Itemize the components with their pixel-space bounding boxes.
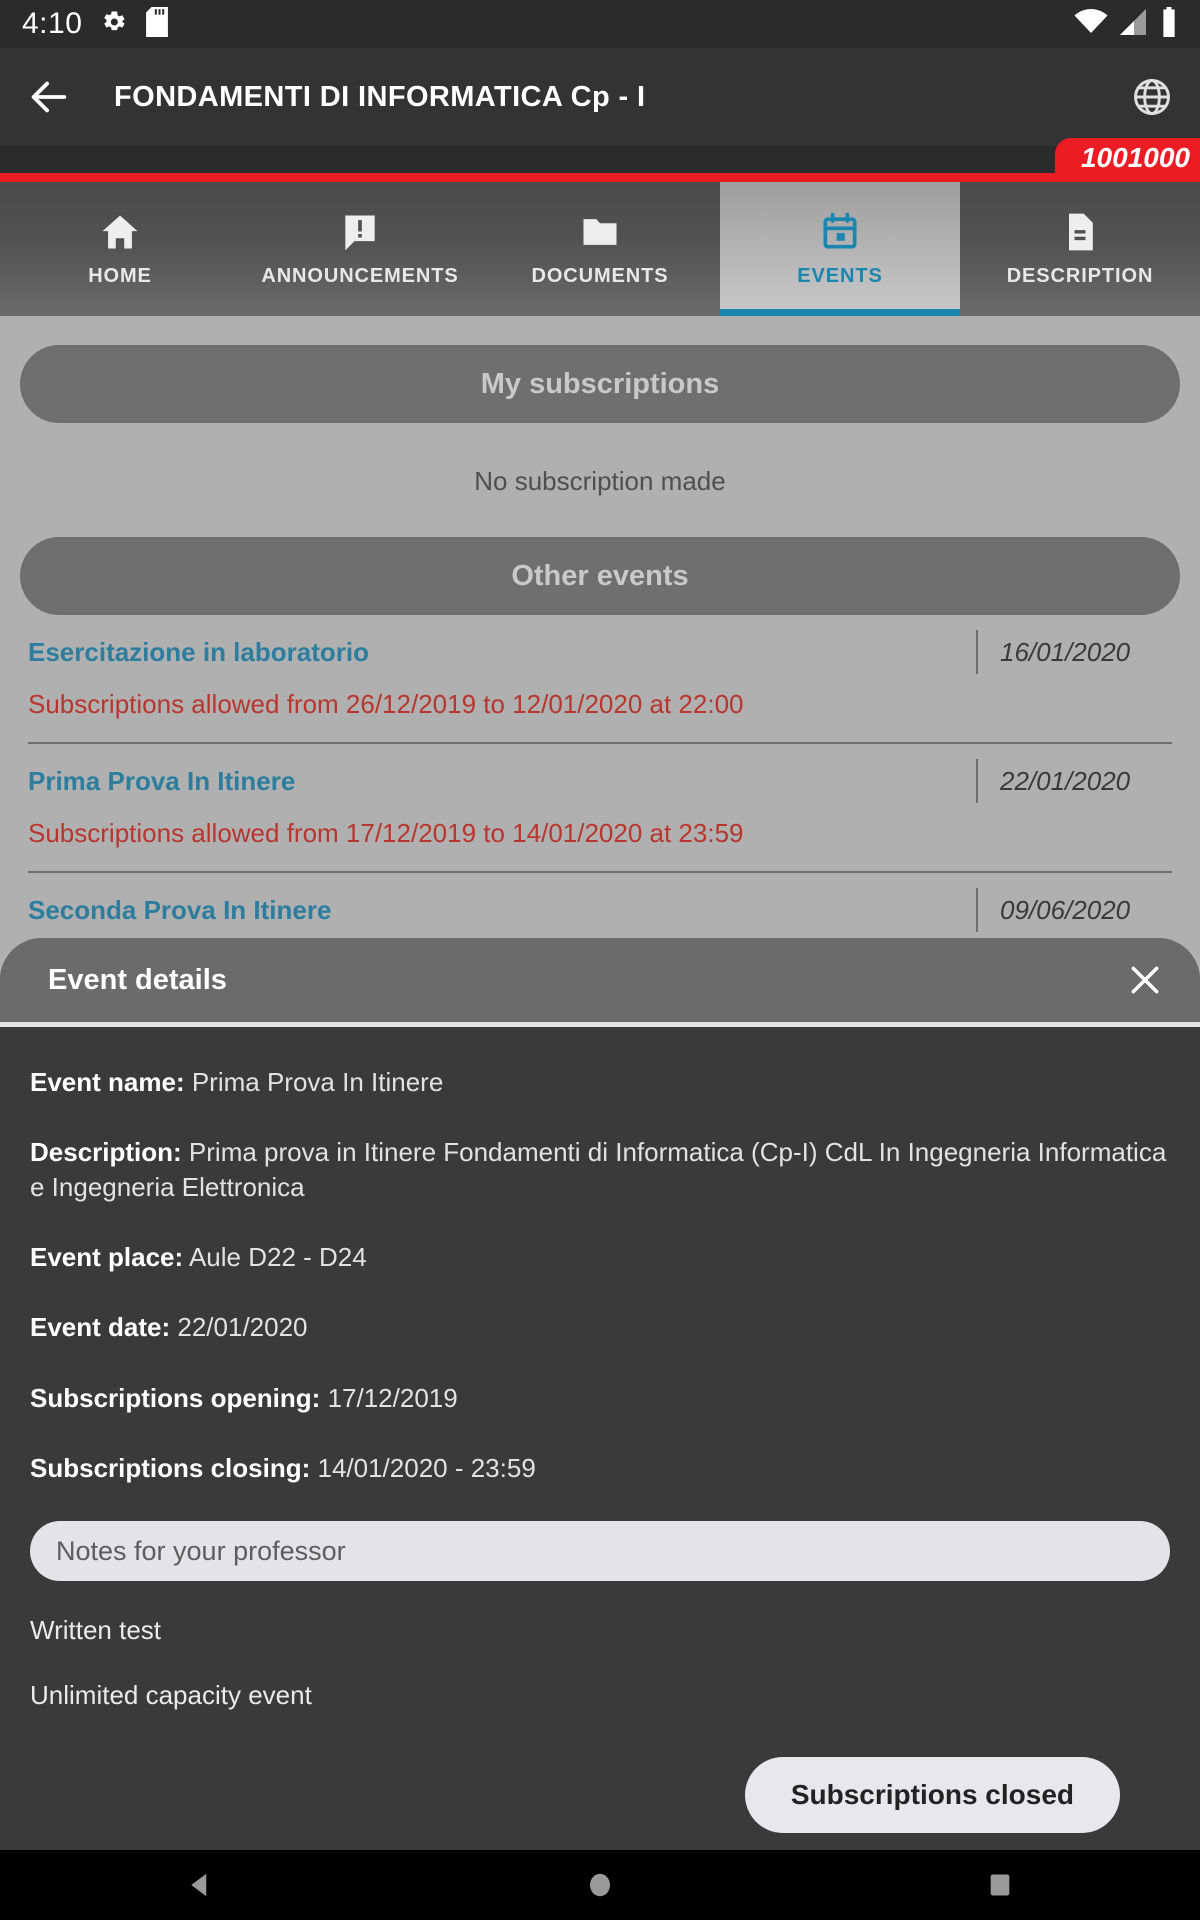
cellular-signal-icon — [1120, 8, 1148, 40]
nav-back-icon[interactable] — [140, 1850, 260, 1920]
field-value: 14/01/2020 - 23:59 — [317, 1452, 536, 1483]
tab-description[interactable]: DESCRIPTION — [960, 182, 1200, 316]
divider — [976, 759, 978, 803]
event-name[interactable]: Seconda Prova In Itinere — [28, 895, 331, 926]
other-events-label: Other events — [511, 559, 689, 592]
event-name[interactable]: Esercitazione in laboratorio — [28, 637, 369, 668]
status-time: 4:10 — [22, 7, 83, 40]
field-value: 17/12/2019 — [327, 1382, 458, 1413]
action-row: Subscriptions closed — [30, 1711, 1170, 1834]
field-event-place: Event place: Aule D22 - D24 — [30, 1240, 1170, 1274]
field-subscriptions-opening: Subscriptions opening: 17/12/2019 — [30, 1381, 1170, 1415]
event-details-header: Event details — [0, 938, 1200, 1022]
back-arrow-icon[interactable] — [26, 74, 72, 120]
status-bar-left: 4:10 — [22, 6, 169, 42]
tab-label: ANNOUNCEMENTS — [261, 265, 459, 287]
event-row-top: Esercitazione in laboratorio 16/01/2020 — [28, 615, 1172, 689]
tab-home[interactable]: HOME — [0, 182, 240, 316]
tab-documents[interactable]: DOCUMENTS — [480, 182, 720, 316]
field-label: Description: — [30, 1137, 182, 1168]
android-nav-bar — [0, 1850, 1200, 1920]
tab-label: DESCRIPTION — [1006, 265, 1154, 287]
gear-icon — [100, 8, 128, 41]
event-row-top: Seconda Prova In Itinere 09/06/2020 — [28, 873, 1172, 947]
app-bar: FONDAMENTI DI INFORMATICA Cp - I — [0, 48, 1200, 146]
field-value: Prima Prova In Itinere — [191, 1067, 444, 1097]
field-value: Aule D22 - D24 — [188, 1241, 367, 1272]
other-events-header[interactable]: Other events — [20, 537, 1180, 615]
event-subscription-window: Subscriptions allowed from 26/12/2019 to… — [28, 689, 744, 719]
close-icon[interactable] — [1118, 953, 1172, 1007]
red-accent-line — [0, 173, 1200, 182]
event-date-wrap: 22/01/2020 — [976, 758, 1172, 804]
status-bar: 4:10 — [0, 0, 1200, 48]
battery-icon — [1160, 6, 1178, 42]
field-label: Event date: — [30, 1312, 171, 1343]
event-list-item[interactable]: Esercitazione in laboratorio 16/01/2020 … — [0, 615, 1200, 742]
home-icon — [98, 210, 142, 254]
event-details-title: Event details — [48, 963, 227, 996]
no-subscription-text: No subscription made — [474, 466, 726, 496]
wifi-icon — [1074, 8, 1108, 40]
event-date-wrap: 16/01/2020 — [976, 629, 1172, 675]
field-description: Description: Prima prova in Itinere Fond… — [30, 1135, 1170, 1204]
sd-card-icon — [146, 6, 169, 42]
notes-input[interactable] — [30, 1521, 1170, 1582]
event-date: 22/01/2020 — [1000, 765, 1131, 796]
status-bar-right — [1074, 6, 1178, 42]
event-list-item[interactable]: Prima Prova In Itinere 22/01/2020 Subscr… — [0, 744, 1200, 871]
tab-announcements[interactable]: ANNOUNCEMENTS — [240, 182, 480, 316]
field-event-name: Event name: Prima Prova In Itinere — [30, 1065, 1170, 1099]
field-subscriptions-closing: Subscriptions closing: 14/01/2020 - 23:5… — [30, 1451, 1170, 1485]
event-name[interactable]: Prima Prova In Itinere — [28, 766, 295, 797]
event-subscription-window: Subscriptions allowed from 17/12/2019 to… — [28, 818, 744, 848]
field-value: 22/01/2020 — [177, 1312, 308, 1343]
phone-screen: 4:10 FONDAMENTI DI INFORMATICA Cp - I 10… — [0, 0, 1200, 1920]
event-list-item[interactable]: Seconda Prova In Itinere 09/06/2020 — [0, 873, 1200, 947]
nav-recents-icon[interactable] — [940, 1850, 1060, 1920]
my-subscriptions-label: My subscriptions — [480, 367, 720, 400]
field-event-date: Event date: 22/01/2020 — [30, 1310, 1170, 1344]
nav-home-icon[interactable] — [540, 1850, 660, 1920]
event-date: 16/01/2020 — [1000, 636, 1131, 667]
event-row-top: Prima Prova In Itinere 22/01/2020 — [28, 744, 1172, 818]
tab-events[interactable]: EVENTS — [720, 182, 960, 316]
folder-icon — [578, 210, 622, 254]
exam-type-text: Written test — [30, 1615, 162, 1646]
tab-bar: HOME ANNOUNCEMENTS DOCUMENTS EVENTS DESC — [0, 182, 1200, 316]
tab-label: EVENTS — [797, 265, 883, 287]
field-label: Event place: — [30, 1241, 184, 1272]
divider — [976, 888, 978, 932]
calendar-icon — [818, 210, 862, 254]
event-date: 09/06/2020 — [1000, 894, 1131, 925]
event-details-sheet: Event details Event name: Prima Prova In… — [0, 938, 1200, 1850]
announcement-icon — [338, 210, 382, 254]
badge-1001000: 1001000 — [1054, 138, 1200, 178]
field-label: Event name: — [30, 1067, 185, 1097]
globe-icon[interactable] — [1130, 75, 1174, 119]
tab-label: DOCUMENTS — [531, 265, 669, 287]
tab-label: HOME — [88, 265, 152, 287]
event-date-wrap: 09/06/2020 — [976, 887, 1172, 933]
field-value: Prima prova in Itinere Fondamenti di Inf… — [30, 1137, 1167, 1202]
my-subscriptions-header[interactable]: My subscriptions — [20, 345, 1180, 423]
capacity-text: Unlimited capacity event — [30, 1680, 312, 1711]
subscriptions-closed-button[interactable]: Subscriptions closed — [744, 1757, 1120, 1834]
event-details-body: Event name: Prima Prova In Itinere Descr… — [0, 1027, 1200, 1834]
page-title: FONDAMENTI DI INFORMATICA Cp - I — [114, 80, 646, 113]
divider — [976, 630, 978, 674]
field-label: Subscriptions closing: — [30, 1452, 311, 1483]
document-icon — [1058, 210, 1102, 254]
field-label: Subscriptions opening: — [30, 1382, 321, 1413]
